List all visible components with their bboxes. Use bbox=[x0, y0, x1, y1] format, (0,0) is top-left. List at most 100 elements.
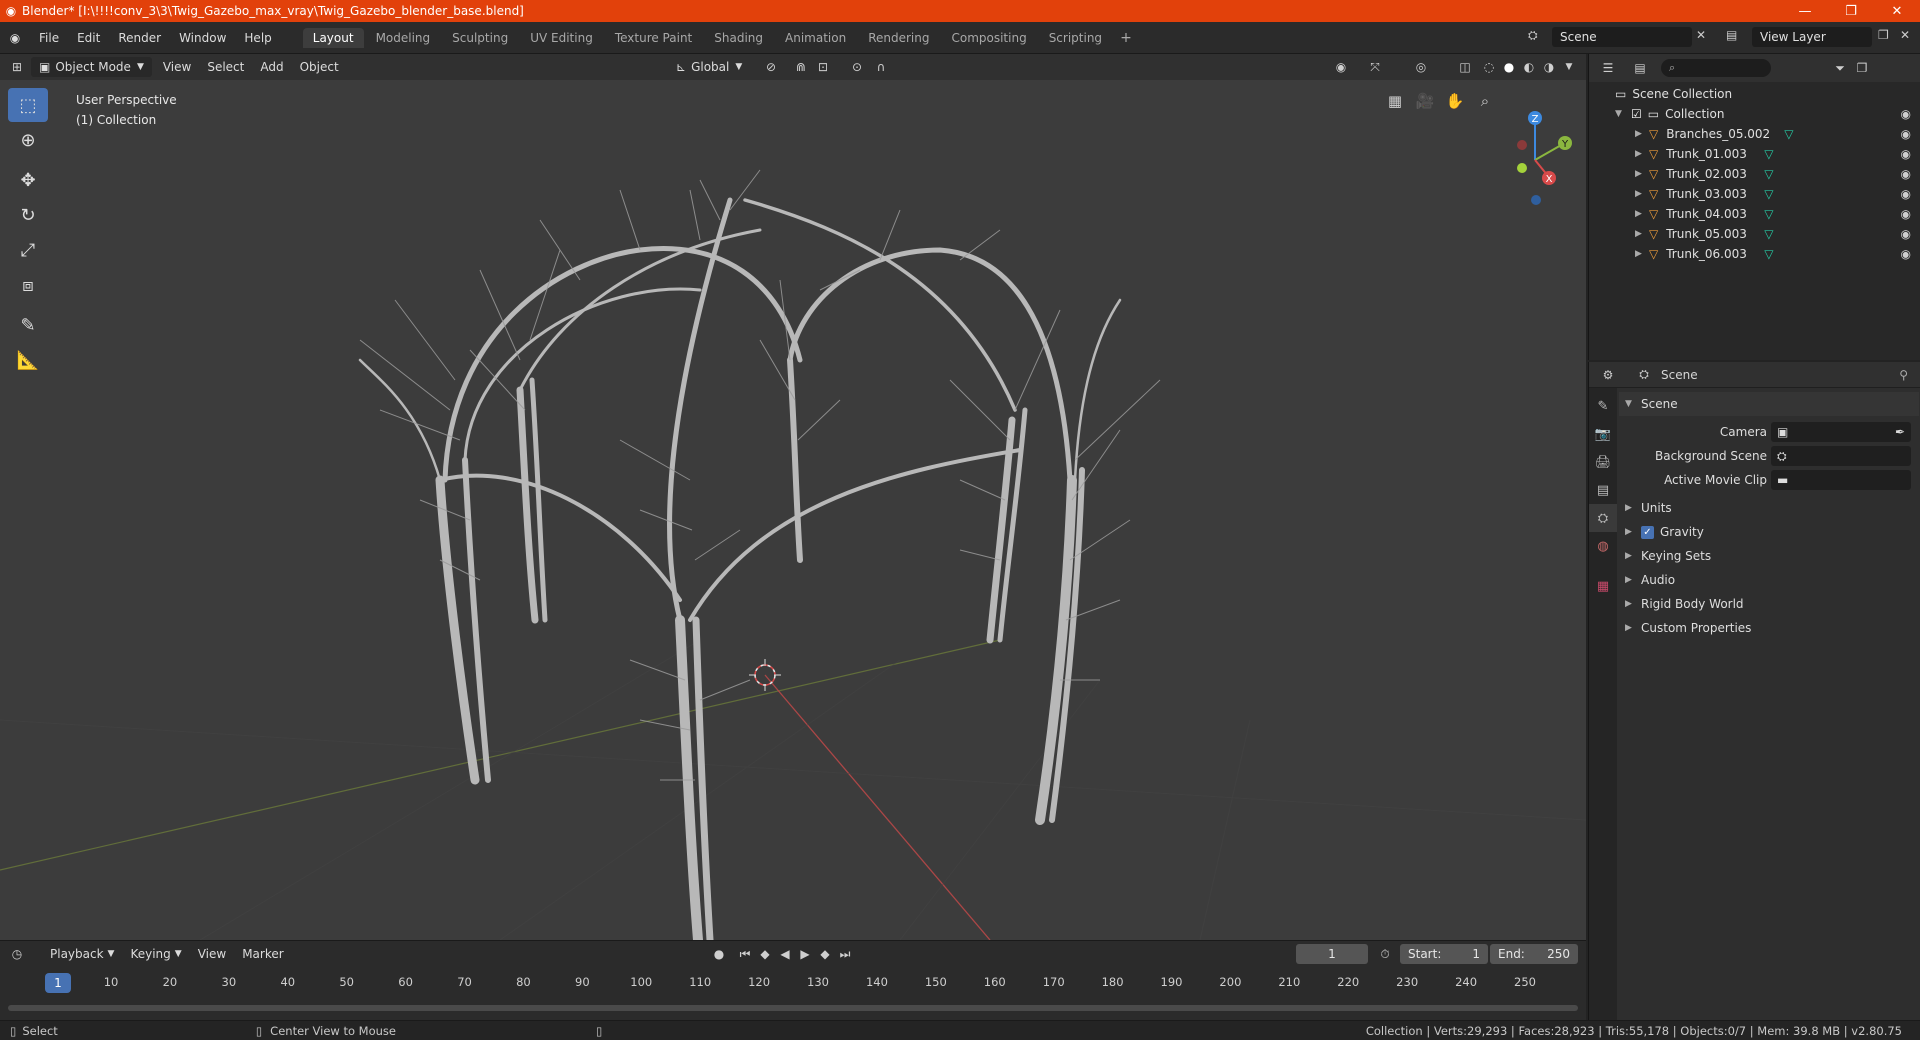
background-scene-field[interactable]: ⛭ bbox=[1771, 446, 1911, 466]
menu-edit[interactable]: Edit bbox=[68, 31, 109, 45]
gizmo-toggle-icon[interactable]: ⤧ bbox=[1364, 57, 1386, 77]
jump-start-icon[interactable]: ⏮ bbox=[734, 944, 756, 964]
visibility-icon[interactable]: ◉ bbox=[1330, 57, 1352, 77]
chevron-right-icon[interactable]: ▶ bbox=[1635, 129, 1647, 139]
add-workspace-button[interactable]: + bbox=[1114, 30, 1138, 46]
remove-view-layer-icon[interactable]: ✕ bbox=[1900, 28, 1910, 42]
world-tab-icon[interactable]: ◍ bbox=[1589, 532, 1617, 560]
menu-marker[interactable]: Marker bbox=[234, 944, 291, 964]
scene-selector[interactable]: Scene bbox=[1552, 27, 1692, 47]
start-frame-field[interactable]: Start: 1 bbox=[1400, 944, 1488, 964]
section-keying-sets[interactable]: ▶ Keying Sets bbox=[1619, 544, 1919, 568]
snap-icon[interactable]: ⋒ bbox=[790, 57, 812, 77]
render-tab-icon[interactable]: 📷 bbox=[1589, 420, 1617, 448]
output-tab-icon[interactable]: 🖨 bbox=[1589, 448, 1617, 476]
tab-rendering[interactable]: Rendering bbox=[858, 28, 939, 48]
outliner-item[interactable]: ▶ ▽ Trunk_05.003 ▽ ◉ bbox=[1589, 224, 1920, 244]
chevron-down-icon[interactable]: ▼ bbox=[1558, 57, 1580, 77]
tab-texture-paint[interactable]: Texture Paint bbox=[605, 28, 702, 48]
menu-file[interactable]: File bbox=[30, 31, 68, 45]
properties-editor-icon[interactable]: ⚙ bbox=[1597, 365, 1619, 385]
chevron-right-icon[interactable]: ▶ bbox=[1635, 249, 1647, 259]
section-rigid-body-world[interactable]: ▶ Rigid Body World bbox=[1619, 592, 1919, 616]
axis-gizmo[interactable]: Z Y X bbox=[1517, 111, 1572, 205]
movie-clip-field[interactable]: ▬ bbox=[1771, 470, 1911, 490]
menu-timeline-view[interactable]: View bbox=[190, 944, 234, 964]
tab-shading[interactable]: Shading bbox=[704, 28, 773, 48]
view-layer-tab-icon[interactable]: ▤ bbox=[1589, 476, 1617, 504]
pin-icon[interactable]: ⚲ bbox=[1899, 368, 1908, 382]
scene-panel-header[interactable]: ▼ Scene bbox=[1619, 392, 1919, 416]
eye-icon[interactable]: ◉ bbox=[1901, 127, 1911, 141]
properties-editor[interactable]: ⚙ ⛭ Scene ⚲ ✎ 📷 🖨 ▤ ⛭ ◍ ▦ ▼ Scene Camera… bbox=[1588, 362, 1920, 1020]
snap-target-icon[interactable]: ⊡ bbox=[812, 57, 834, 77]
menu-add[interactable]: Add bbox=[252, 57, 291, 77]
filter-icon[interactable]: ⏷ bbox=[1829, 58, 1851, 78]
collection-row[interactable]: ▼ ☑ ▭ Collection ◉ bbox=[1589, 104, 1920, 124]
scene-collection-row[interactable]: ▭ Scene Collection bbox=[1589, 84, 1920, 104]
play-icon[interactable]: ▶ bbox=[794, 944, 816, 964]
chevron-right-icon[interactable]: ▶ bbox=[1635, 229, 1647, 239]
outliner-item[interactable]: ▶ ▽ Trunk_01.003 ▽ ◉ bbox=[1589, 144, 1920, 164]
outliner-item[interactable]: ▶ ▽ Trunk_02.003 ▽ ◉ bbox=[1589, 164, 1920, 184]
eye-icon[interactable]: ◉ bbox=[1901, 187, 1911, 201]
3d-viewport[interactable]: ⊞ ▣ Object Mode ▼ View Select Add Object… bbox=[0, 54, 1586, 940]
new-collection-icon[interactable]: ❐ bbox=[1851, 58, 1873, 78]
checkbox-icon[interactable]: ☑ bbox=[1631, 107, 1642, 121]
mesh-data-icon[interactable]: ▽ bbox=[1764, 207, 1773, 221]
xray-icon[interactable]: ◫ bbox=[1454, 57, 1476, 77]
chevron-right-icon[interactable]: ▶ bbox=[1635, 169, 1647, 179]
transform-orientation[interactable]: ⊾ Global ▼ bbox=[668, 57, 750, 77]
menu-window[interactable]: Window bbox=[170, 31, 235, 45]
eye-icon[interactable]: ◉ bbox=[1901, 107, 1911, 121]
solid-shading-icon[interactable]: ● bbox=[1498, 57, 1520, 77]
view-layer-icon[interactable]: ▤ bbox=[1726, 28, 1737, 42]
tab-scripting[interactable]: Scripting bbox=[1039, 28, 1112, 48]
section-custom-properties[interactable]: ▶ Custom Properties bbox=[1619, 616, 1919, 640]
outliner-item[interactable]: ▶ ▽ Branches_05.002 ▽ ◉ bbox=[1589, 124, 1920, 144]
eyedropper-icon[interactable]: ✒ bbox=[1895, 425, 1905, 439]
mode-selector[interactable]: ▣ Object Mode ▼ bbox=[31, 57, 152, 77]
eye-icon[interactable]: ◉ bbox=[1901, 247, 1911, 261]
menu-playback[interactable]: Playback ▼ bbox=[42, 944, 122, 964]
current-frame-field[interactable]: 1 bbox=[1296, 944, 1368, 964]
tool-tab-icon[interactable]: ✎ bbox=[1589, 392, 1617, 420]
tab-animation[interactable]: Animation bbox=[775, 28, 856, 48]
tab-uv-editing[interactable]: UV Editing bbox=[520, 28, 603, 48]
current-frame-indicator[interactable]: 1 bbox=[45, 973, 71, 993]
timeline-scrollbar[interactable] bbox=[8, 1005, 1578, 1011]
prev-keyframe-icon[interactable]: ◆ bbox=[754, 944, 776, 964]
eye-icon[interactable]: ◉ bbox=[1901, 167, 1911, 181]
mesh-data-icon[interactable]: ▽ bbox=[1764, 147, 1773, 161]
tab-modeling[interactable]: Modeling bbox=[366, 28, 441, 48]
view-layer-selector[interactable]: View Layer bbox=[1752, 27, 1872, 47]
outliner[interactable]: ☰ ▤ ⌕ ⏷ ❐ ▭ Scene Collection ▼ ☑ ▭ Colle… bbox=[1588, 54, 1920, 360]
jump-end-icon[interactable]: ⏭ bbox=[834, 944, 856, 964]
chevron-right-icon[interactable]: ▶ bbox=[1635, 149, 1647, 159]
eye-icon[interactable]: ◉ bbox=[1901, 147, 1911, 161]
minimize-button[interactable]: — bbox=[1782, 4, 1828, 19]
stopwatch-icon[interactable]: ⏱ bbox=[1374, 944, 1396, 964]
outliner-search-input[interactable]: ⌕ bbox=[1661, 59, 1771, 77]
section-gravity[interactable]: ▶ ✓ Gravity bbox=[1619, 520, 1919, 544]
section-audio[interactable]: ▶ Audio bbox=[1619, 568, 1919, 592]
tab-compositing[interactable]: Compositing bbox=[941, 28, 1036, 48]
menu-keying[interactable]: Keying ▼ bbox=[122, 944, 189, 964]
outliner-item[interactable]: ▶ ▽ Trunk_04.003 ▽ ◉ bbox=[1589, 204, 1920, 224]
chevron-right-icon[interactable]: ▶ bbox=[1635, 209, 1647, 219]
frame-ruler[interactable]: 1 10 20 30 40 50 60 70 80 90 100 110 120 130 140 150 160… bbox=[8, 971, 1578, 997]
eye-icon[interactable]: ◉ bbox=[1901, 227, 1911, 241]
gravity-checkbox[interactable]: ✓ bbox=[1641, 525, 1654, 539]
end-frame-field[interactable]: End: 250 bbox=[1490, 944, 1578, 964]
texture-tab-icon[interactable]: ▦ bbox=[1589, 572, 1617, 600]
record-icon[interactable]: ● bbox=[708, 944, 730, 964]
editor-type-icon[interactable]: ⊞ bbox=[6, 57, 28, 77]
menu-render[interactable]: Render bbox=[109, 31, 170, 45]
mesh-data-icon[interactable]: ▽ bbox=[1764, 187, 1773, 201]
maximize-button[interactable]: ❐ bbox=[1828, 4, 1874, 19]
mesh-data-icon[interactable]: ▽ bbox=[1784, 127, 1793, 141]
outliner-item[interactable]: ▶ ▽ Trunk_03.003 ▽ ◉ bbox=[1589, 184, 1920, 204]
material-shading-icon[interactable]: ◐ bbox=[1518, 57, 1540, 77]
rendered-shading-icon[interactable]: ◑ bbox=[1538, 57, 1560, 77]
camera-field[interactable]: ▣ ✒ bbox=[1771, 422, 1911, 442]
